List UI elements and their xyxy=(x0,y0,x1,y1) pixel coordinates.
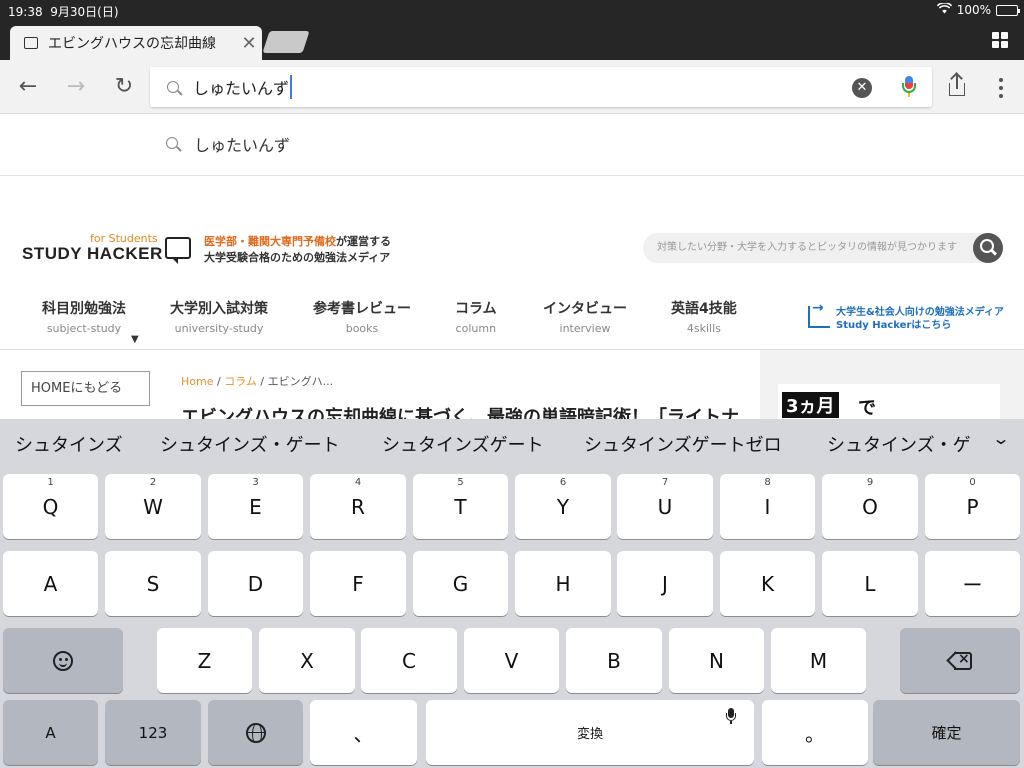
key-z[interactable]: Z xyxy=(157,628,252,693)
site-search-input[interactable]: 対策したい分野・大学を入力するとピッタリの情報が見つかります xyxy=(643,233,1003,263)
candidate-item[interactable]: シュタインズ・ゲート xyxy=(160,431,340,457)
key-y[interactable]: 6Y xyxy=(515,474,611,539)
chevron-down-icon[interactable]: ⌄ xyxy=(988,429,1013,448)
tab-active[interactable]: エビングハウスの忘却曲線 ✕ xyxy=(10,26,262,60)
article-title: エビングハウスの忘却曲線に基づく、最強の単語暗記術！「ライトナ xyxy=(181,407,739,420)
microphone-icon[interactable] xyxy=(726,708,736,724)
candidate-item[interactable]: シュタインズ xyxy=(15,431,123,457)
battery-percent: 100% xyxy=(956,3,991,17)
microphone-icon[interactable] xyxy=(902,76,916,98)
candidate-item[interactable]: シュタインズゲートゼロ xyxy=(584,431,782,457)
key-long-vowel[interactable]: ー xyxy=(925,551,1020,616)
key-period[interactable]: 。 xyxy=(762,700,868,765)
key-q[interactable]: 1Q xyxy=(3,474,98,539)
key-d[interactable]: D xyxy=(208,551,303,616)
tab-switcher-icon[interactable] xyxy=(992,32,1008,48)
key-i[interactable]: 8I xyxy=(720,474,815,539)
external-link-icon xyxy=(808,300,830,328)
tab-title: エビングハウスの忘却曲線 xyxy=(48,36,216,52)
breadcrumb: Home / コラム / エビングハ... xyxy=(181,375,334,388)
globe-key[interactable] xyxy=(208,700,303,765)
candidate-bar: シュタインズ シュタインズ・ゲート シュタインズゲート シュタインズゲートゼロ … xyxy=(0,419,1024,467)
search-icon xyxy=(166,137,178,149)
numbers-key[interactable]: 123 xyxy=(105,700,201,765)
key-s[interactable]: S xyxy=(105,551,201,616)
battery-icon xyxy=(996,4,1020,16)
global-nav: 科目別勉強法 subject-study 大学別入試対策 university-st… xyxy=(0,294,760,350)
key-w[interactable]: 2W xyxy=(105,474,201,539)
share-icon[interactable] xyxy=(948,75,966,97)
key-g[interactable]: G xyxy=(413,551,508,616)
globe-icon xyxy=(245,722,266,743)
key-p[interactable]: 0P xyxy=(925,474,1020,539)
key-m[interactable]: M xyxy=(771,628,866,693)
suggestion-dropdown: しゅたいんず xyxy=(0,114,1024,176)
confirm-key[interactable]: 確定 xyxy=(873,700,1020,765)
back-arrow-icon[interactable]: ← xyxy=(15,74,41,100)
key-k[interactable]: K xyxy=(720,551,815,616)
key-a[interactable]: A xyxy=(3,551,98,616)
breadcrumb-column[interactable]: コラム xyxy=(224,375,257,388)
status-bar: 19:38 9月30日(日) 100% xyxy=(0,0,1024,20)
key-h[interactable]: H xyxy=(515,551,611,616)
backspace-icon: × xyxy=(946,651,972,670)
browser-toolbar: ← → ↻ しゅたいんず ✕ xyxy=(0,60,1024,114)
ad-headline: 3ヵ月 xyxy=(782,392,839,418)
address-bar[interactable]: しゅたいんず ✕ xyxy=(150,67,932,107)
site-tagline: 医学部・難関大専門予備校が運営する 大学受験合格のための勉強法メディア xyxy=(204,235,391,264)
key-l[interactable]: L xyxy=(822,551,918,616)
breadcrumb-current: エビングハ... xyxy=(267,375,334,388)
nav-item-interview[interactable]: インタビュー interview xyxy=(543,298,627,335)
emoji-key[interactable] xyxy=(3,628,123,693)
status-right: 100% xyxy=(936,2,1020,17)
key-e[interactable]: 3E xyxy=(208,474,303,539)
software-keyboard: シュタインズ シュタインズ・ゲート シュタインズゲート シュタインズゲートゼロ … xyxy=(0,419,1024,768)
home-button[interactable]: HOMEにもどる xyxy=(21,371,150,406)
nav-item-column[interactable]: コラム column xyxy=(455,298,497,335)
key-b[interactable]: B xyxy=(566,628,662,693)
key-t[interactable]: 5T xyxy=(413,474,508,539)
web-page: for Students STUDY HACKER 医学部・難関大専門予備校が運… xyxy=(0,176,1024,420)
key-o[interactable]: 9O xyxy=(822,474,918,539)
space-convert-key[interactable]: 変換 xyxy=(426,700,754,765)
reload-icon[interactable]: ↻ xyxy=(111,74,137,100)
breadcrumb-home[interactable]: Home xyxy=(181,375,213,388)
key-n[interactable]: N xyxy=(669,628,764,693)
clear-icon[interactable]: ✕ xyxy=(852,78,872,98)
status-time: 19:38 9月30日(日) xyxy=(8,5,119,19)
study-hacker-link[interactable]: 大学生&社会人向けの勉強法メディアStudy Hackerはこちら xyxy=(808,300,1004,332)
backspace-key[interactable]: × xyxy=(900,628,1020,693)
nav-item-university-study[interactable]: 大学別入試対策 university-study xyxy=(170,298,268,335)
key-c[interactable]: C xyxy=(361,628,457,693)
logo-text: STUDY HACKER xyxy=(22,244,163,263)
suggestion-item[interactable]: しゅたいんず xyxy=(194,132,290,156)
key-r[interactable]: 4R xyxy=(310,474,406,539)
key-x[interactable]: X xyxy=(259,628,355,693)
alphabet-key[interactable]: A xyxy=(3,700,98,765)
forward-arrow-icon[interactable]: → xyxy=(63,74,89,100)
chat-bubble-icon xyxy=(165,237,191,264)
emoji-icon xyxy=(53,650,73,671)
new-tab-button[interactable] xyxy=(262,31,310,53)
key-comma[interactable]: 、 xyxy=(310,700,417,765)
wifi-icon xyxy=(936,2,952,17)
candidate-item[interactable]: シュタインズゲート xyxy=(382,431,544,457)
favicon-icon xyxy=(24,37,38,49)
address-input[interactable]: しゅたいんず xyxy=(193,75,293,99)
caret-down-icon: ▼ xyxy=(131,334,139,345)
search-icon xyxy=(167,81,179,93)
nav-item-4skills[interactable]: 英語4技能 4skills xyxy=(671,298,737,335)
candidate-item[interactable]: シュタインズ・ゲ xyxy=(827,431,979,457)
nav-item-subject-study[interactable]: 科目別勉強法 subject-study xyxy=(42,298,126,335)
close-icon[interactable]: ✕ xyxy=(236,33,262,54)
nav-item-books[interactable]: 参考書レビュー books xyxy=(313,298,411,335)
more-menu-icon[interactable] xyxy=(996,78,1006,98)
key-v[interactable]: V xyxy=(464,628,559,693)
key-f[interactable]: F xyxy=(310,551,406,616)
key-u[interactable]: 7U xyxy=(617,474,713,539)
search-button-icon[interactable] xyxy=(973,233,1003,263)
sidebar-ad[interactable]: 3ヵ月 で xyxy=(778,384,1000,420)
tab-strip: エビングハウスの忘却曲線 ✕ xyxy=(0,20,1024,60)
key-j[interactable]: J xyxy=(617,551,713,616)
